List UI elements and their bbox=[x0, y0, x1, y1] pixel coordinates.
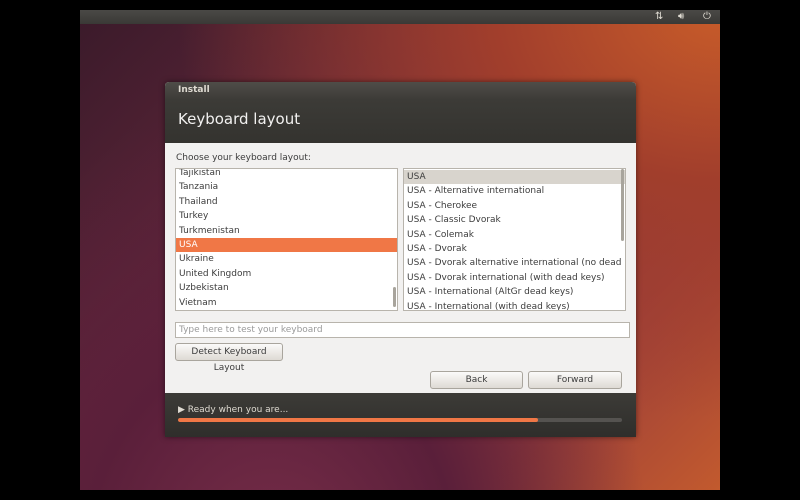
forward-button[interactable]: Forward bbox=[528, 371, 622, 389]
network-arrows-icon[interactable]: ⇅ bbox=[655, 11, 663, 23]
layout-list-item[interactable]: Uzbekistan bbox=[176, 281, 397, 295]
variant-list-item[interactable]: USA - Colemak bbox=[404, 228, 625, 242]
layout-list-scrollbar[interactable] bbox=[393, 287, 396, 307]
keyboard-layout-list[interactable]: Tajikistan Tanzania Thailand Turkey Turkmeni… bbox=[175, 168, 398, 311]
desktop: ⇅ 🔊︎ ⏻ Install Keyboard layout Choose yo… bbox=[80, 10, 720, 490]
keyboard-variant-list[interactable]: USA USA - Alternative international USA - … bbox=[403, 168, 626, 311]
layout-list-item[interactable]: Turkey bbox=[176, 209, 397, 223]
layout-list-item[interactable]: Thailand bbox=[176, 195, 397, 209]
page-title: Keyboard layout bbox=[178, 110, 301, 128]
page-body: Choose your keyboard layout: Tajikistan T… bbox=[165, 143, 636, 393]
variant-list-scrollbar[interactable] bbox=[621, 169, 624, 241]
layout-list-item[interactable]: Tajikistan bbox=[176, 169, 397, 180]
layout-list-item[interactable]: Vietnam bbox=[176, 296, 397, 310]
variant-list-item[interactable]: USA - Dvorak alternative international (… bbox=[404, 256, 625, 270]
volume-icon[interactable]: 🔊︎ bbox=[678, 11, 684, 23]
layout-list-item[interactable]: Tanzania bbox=[176, 180, 397, 194]
window-titlebar: Install bbox=[165, 82, 636, 100]
variant-list-item[interactable]: USA - Cherokee bbox=[404, 199, 625, 213]
window-title: Install bbox=[178, 85, 210, 95]
variant-list-item[interactable]: USA - Dvorak bbox=[404, 242, 625, 256]
status-text: ▶ Ready when you are... bbox=[178, 405, 289, 415]
keyboard-test-input[interactable] bbox=[175, 322, 630, 338]
layout-list-item[interactable]: United Kingdom bbox=[176, 267, 397, 281]
power-icon[interactable]: ⏻ bbox=[703, 11, 711, 23]
variant-list-item[interactable]: USA bbox=[404, 170, 625, 185]
install-progress-bar bbox=[178, 418, 622, 422]
back-button[interactable]: Back bbox=[430, 371, 523, 389]
progress-footer: ▶ Ready when you are... bbox=[165, 393, 636, 437]
page-header: Keyboard layout bbox=[165, 100, 636, 143]
layout-list-item[interactable]: USA bbox=[176, 237, 397, 253]
variant-list-item[interactable]: USA - Dvorak international (with dead ke… bbox=[404, 271, 625, 285]
top-panel: ⇅ 🔊︎ ⏻ bbox=[80, 10, 720, 24]
layout-prompt: Choose your keyboard layout: bbox=[176, 153, 311, 163]
variant-list-item[interactable]: USA - International (with dead keys) bbox=[404, 300, 625, 310]
variant-list-item[interactable]: USA - Classic Dvorak bbox=[404, 213, 625, 227]
variant-list-item[interactable]: USA - International (AltGr dead keys) bbox=[404, 285, 625, 299]
install-progress-fill bbox=[178, 418, 538, 422]
installer-window: Install Keyboard layout Choose your keyb… bbox=[165, 82, 636, 437]
layout-list-item[interactable]: Ukraine bbox=[176, 252, 397, 266]
layout-list-item[interactable]: Turkmenistan bbox=[176, 224, 397, 238]
detect-keyboard-layout-button[interactable]: Detect Keyboard Layout bbox=[175, 343, 283, 373]
variant-list-item[interactable]: USA - Alternative international bbox=[404, 184, 625, 198]
